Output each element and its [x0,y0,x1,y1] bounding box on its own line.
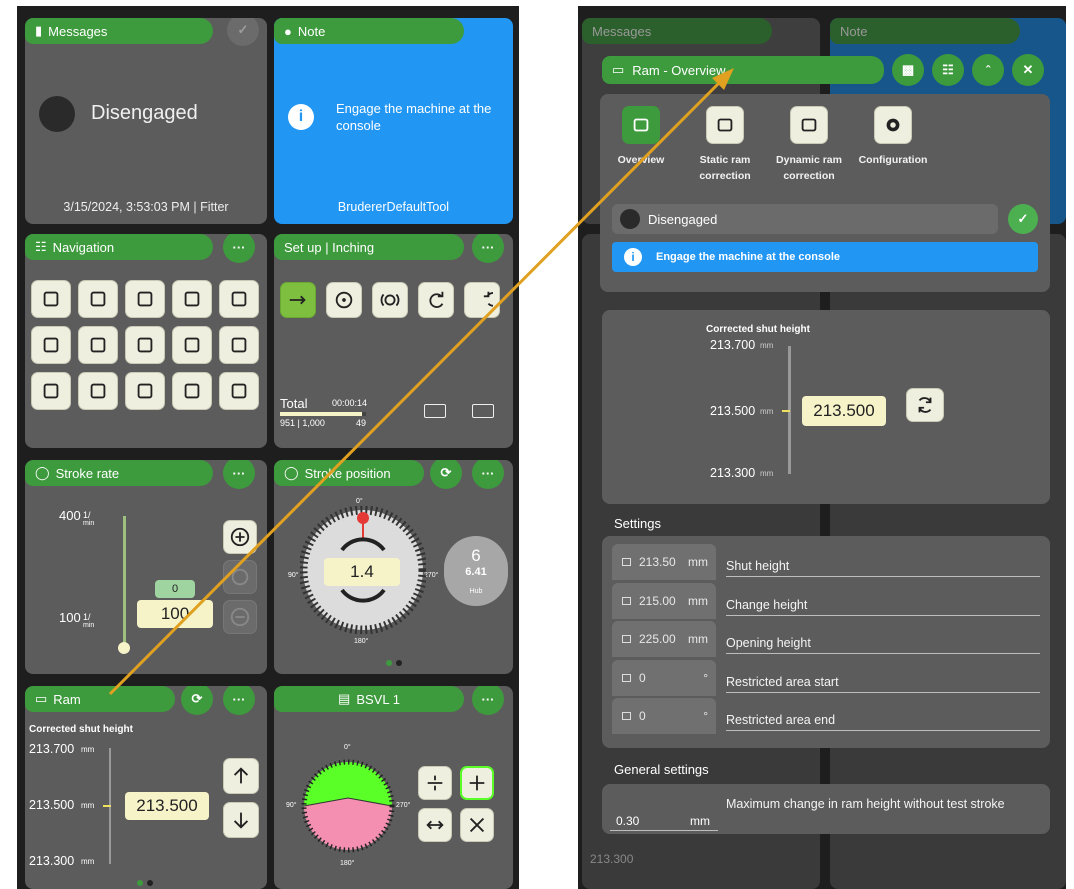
annotation-arrow [108,68,734,696]
